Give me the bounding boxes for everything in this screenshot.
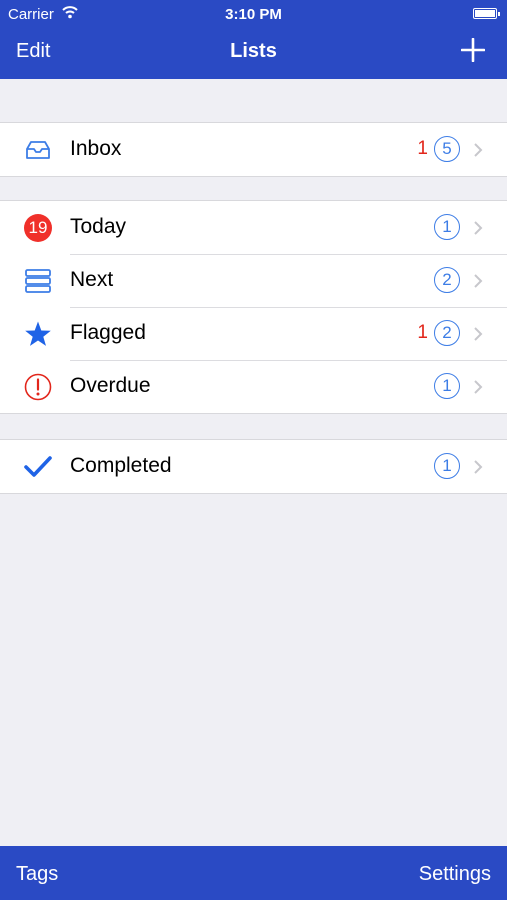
chevron-right-icon (474, 221, 483, 235)
inbox-section: Inbox 1 5 (0, 122, 507, 177)
list-label: Inbox (70, 137, 122, 160)
battery-icon (473, 8, 500, 19)
calendar-date-icon: 19 (24, 214, 52, 242)
list-row-next[interactable]: Next 2 (0, 254, 507, 307)
star-icon (25, 321, 51, 346)
count-badge: 5 (434, 136, 460, 162)
list-label: Next (70, 268, 114, 291)
list-row-overdue[interactable]: Overdue 1 (0, 360, 507, 413)
status-bar: Carrier 3:10 PM (0, 0, 507, 28)
edit-button[interactable]: Edit (16, 40, 50, 63)
completed-section: Completed 1 (0, 439, 507, 494)
clock: 3:10 PM (225, 6, 282, 23)
count-badge: 1 (434, 373, 460, 399)
alert-circle-icon (24, 373, 52, 401)
list-row-flagged[interactable]: Flagged 1 2 (0, 307, 507, 360)
list-label: Completed (70, 454, 172, 477)
stack-icon (25, 269, 51, 293)
list-row-inbox[interactable]: Inbox 1 5 (0, 123, 507, 176)
checkmark-icon (24, 456, 52, 477)
chevron-right-icon (474, 274, 483, 288)
list-row-completed[interactable]: Completed 1 (0, 440, 507, 493)
red-count: 1 (417, 322, 428, 343)
navigation-bar: Carrier 3:10 PM Edit Lists (0, 0, 507, 79)
red-count: 1 (417, 138, 428, 159)
bottom-toolbar: Tags Settings (0, 846, 507, 900)
count-badge: 2 (434, 320, 460, 346)
chevron-right-icon (474, 460, 483, 474)
count-badge: 2 (434, 267, 460, 293)
page-title: Lists (230, 40, 277, 62)
tags-button[interactable]: Tags (16, 863, 58, 886)
count-badge: 1 (434, 214, 460, 240)
settings-button[interactable]: Settings (419, 863, 491, 886)
chevron-right-icon (474, 380, 483, 394)
chevron-right-icon (474, 327, 483, 341)
date-number: 19 (28, 218, 48, 237)
count-badge: 1 (434, 453, 460, 479)
chevron-right-icon (474, 143, 483, 157)
inbox-tray-icon (26, 141, 50, 159)
list-label: Today (70, 215, 127, 238)
add-icon[interactable] (461, 38, 485, 62)
list-label: Flagged (70, 321, 146, 344)
smart-lists-section: 19 Today 1 Next 2 Flagged 1 2 Overdue 1 (0, 200, 507, 414)
list-row-today[interactable]: 19 Today 1 (0, 201, 507, 254)
list-label: Overdue (70, 374, 151, 397)
